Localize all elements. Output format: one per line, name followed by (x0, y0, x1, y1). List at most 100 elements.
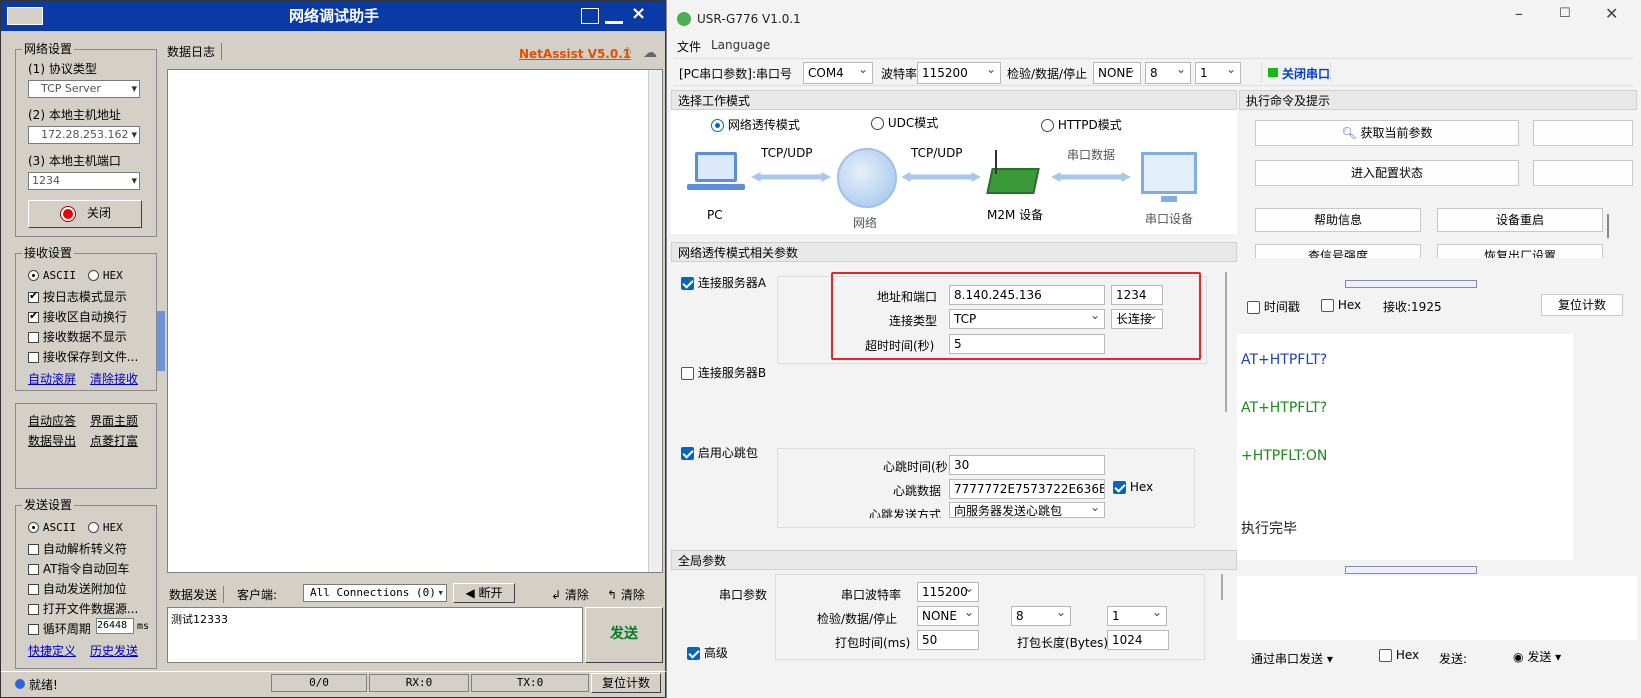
cmd-send-area[interactable] (1237, 576, 1637, 640)
cycle-input[interactable]: 26448 (96, 618, 134, 634)
minimize-icon[interactable] (605, 8, 623, 24)
stopbits-select[interactable]: 1 (1195, 62, 1241, 84)
help-button[interactable]: 帮助信息 (1255, 208, 1421, 232)
minimize-icon[interactable]: – (1515, 4, 1523, 23)
log-tab[interactable]: 数据日志 (167, 43, 223, 60)
log-line-2: AT+HTPFLT? (1241, 400, 1328, 416)
heartbeat-checkbox[interactable]: 启用心跳包 (681, 444, 758, 461)
menu-language[interactable]: Language (711, 38, 770, 52)
hb-data-input[interactable]: 7777772E7573722E636E (949, 479, 1105, 499)
at-cr-checkbox[interactable]: AT指令自动回车 (28, 560, 129, 577)
advanced-checkbox[interactable]: 高级 (687, 644, 728, 661)
theme-link[interactable]: 界面主题 (90, 412, 138, 429)
cycle-checkbox[interactable]: 循环周期 (28, 620, 91, 637)
cmd-scrollbar[interactable] (1607, 214, 1609, 238)
hb-hex-checkbox[interactable]: Hex (1113, 480, 1153, 494)
cmd-extra-button-1[interactable] (1533, 120, 1633, 146)
host-select[interactable]: 172.28.253.162 (28, 126, 140, 144)
recv-log-checkbox[interactable]: ✔ 按日志模式显示 (28, 288, 127, 305)
hex-display-checkbox[interactable]: Hex (1321, 298, 1361, 312)
global-scrollbar[interactable] (1221, 574, 1223, 600)
link-arrow-3-icon (1051, 172, 1131, 182)
enter-config-button[interactable]: 进入配置状态 (1255, 160, 1519, 186)
panel-collapse-handle[interactable] (157, 311, 165, 371)
cloud-icon[interactable]: ☁ (643, 45, 657, 61)
receive-log-area[interactable] (167, 69, 663, 573)
cmd-send-button[interactable]: ◉ 发送 ▾ (1513, 648, 1561, 665)
recv-save-checkbox[interactable]: 接收保存到文件... (28, 348, 138, 365)
get-params-button[interactable]: 🔍︎ 获取当前参数 (1255, 120, 1519, 146)
mode-udc-radio[interactable]: UDC模式 (871, 114, 938, 131)
clear-recv-link[interactable]: 清除接收 (90, 370, 138, 387)
clear-send-button[interactable]: ↲ 清除 (551, 586, 589, 603)
shortcut-link[interactable]: 快捷定义 (28, 642, 76, 659)
pack-len-input[interactable]: 1024 (1107, 630, 1169, 650)
history-link[interactable]: 历史发送 (90, 642, 138, 659)
g-baud-select[interactable]: 115200 (917, 582, 979, 602)
send-button[interactable]: 发送 (585, 607, 663, 663)
serverB-checkbox[interactable]: 连接服务器B (681, 364, 766, 381)
signal-button[interactable]: 查信号强度 (1255, 244, 1421, 258)
tcpudp-label-1: TCP/UDP (761, 146, 813, 160)
g-stopbits-select[interactable]: 1 (1107, 606, 1167, 626)
checksum-checkbox[interactable]: 自动发送附加位 (28, 580, 127, 597)
client-select[interactable]: All Connections (0) (303, 584, 447, 602)
close-icon[interactable]: ✕ (1605, 4, 1618, 23)
databits-select[interactable]: 8 (1145, 62, 1191, 84)
recv-hex-radio[interactable]: HEX (88, 268, 123, 282)
send-input[interactable]: 测试12333 (167, 607, 583, 663)
params-scrollbar[interactable] (1225, 272, 1227, 412)
send-tab[interactable]: 数据发送 (169, 586, 225, 603)
log-scrollbar[interactable] (648, 70, 662, 572)
mode-net-radio[interactable]: 网络透传模式 (711, 116, 800, 133)
diamond-icon[interactable]: ♢ (621, 45, 634, 61)
menu-file[interactable]: 文件 (677, 38, 701, 55)
system-menu-icon[interactable] (7, 7, 43, 25)
send-hex-checkbox[interactable]: Hex (1379, 648, 1419, 662)
maximize-icon[interactable]: ☐ (1559, 6, 1571, 21)
auto-reply-link[interactable]: 自动应答 (28, 412, 76, 429)
recv-settings-label: 接收设置 (22, 246, 75, 260)
timestamp-checkbox[interactable]: 时间戳 (1247, 298, 1300, 315)
export-link[interactable]: 数据导出 (28, 432, 76, 449)
cmd-reset-count-button[interactable]: 复位计数 (1541, 294, 1623, 316)
disconnect-button[interactable]: ◀ 断开 (453, 583, 515, 603)
hb-mode-select[interactable]: 向服务器发送心跳包 (949, 502, 1105, 518)
send-ascii-radio[interactable]: ASCII (28, 520, 76, 534)
splitter-bottom[interactable] (1345, 566, 1477, 574)
auto-scroll-link[interactable]: 自动滚屏 (28, 370, 76, 387)
hb-time-input[interactable]: 30 (949, 455, 1105, 475)
recv-hide-checkbox[interactable]: 接收数据不显示 (28, 328, 127, 345)
mode-httpd-radio[interactable]: HTTPD模式 (1041, 116, 1122, 133)
file-source-checkbox[interactable]: 打开文件数据源... (28, 600, 138, 617)
baud-select[interactable]: 115200 (917, 62, 1001, 84)
factory-reset-button[interactable]: 恢复出厂设置 (1437, 244, 1603, 258)
cmd-log-area[interactable]: AT+HTPFLT? AT+HTPFLT? +HTPFLT:ON 执行完毕 (1237, 334, 1573, 560)
recv-wrap-checkbox[interactable]: ✔ 接收区自动换行 (28, 308, 127, 325)
pack-time-input[interactable]: 50 (917, 630, 979, 650)
parity-select[interactable]: NONE (1093, 62, 1141, 84)
clear-recv-button[interactable]: ↰ 清除 (607, 586, 645, 603)
close-server-button[interactable]: 关闭 (28, 200, 142, 228)
splitter-top[interactable] (1345, 280, 1477, 288)
restart-button[interactable]: 设备重启 (1437, 208, 1603, 232)
cmd-extra-button-2[interactable] (1533, 160, 1633, 186)
reset-count-button[interactable]: 复位计数 (591, 673, 661, 693)
print-link[interactable]: 点菱打富 (90, 432, 138, 449)
close-icon[interactable]: × (631, 3, 646, 24)
port-select[interactable]: COM4 (803, 62, 873, 84)
serial-device-icon (1141, 152, 1197, 194)
usr-window: USR-G776 V1.0.1 – ☐ ✕ 文件 Language [PC串口参… (666, 0, 1641, 698)
g-databits-select[interactable]: 8 (1011, 606, 1071, 626)
send-via-select[interactable]: 通过串口发送 ▾ (1251, 650, 1333, 667)
port-input[interactable]: 1234 (28, 172, 140, 190)
serverA-checkbox[interactable]: 连接服务器A (681, 274, 766, 291)
restore-icon[interactable] (581, 8, 599, 24)
escape-checkbox[interactable]: 自动解析转义符 (28, 540, 127, 557)
brand-link[interactable]: NetAssist V5.0.1 (519, 47, 631, 61)
recv-ascii-radio[interactable]: ASCII (28, 268, 76, 282)
g-parity-select[interactable]: NONE (917, 606, 979, 626)
send-hex-radio[interactable]: HEX (88, 520, 123, 534)
close-port-button[interactable]: 关闭串口 (1261, 63, 1331, 83)
protocol-select[interactable]: TCP Server (28, 80, 140, 98)
